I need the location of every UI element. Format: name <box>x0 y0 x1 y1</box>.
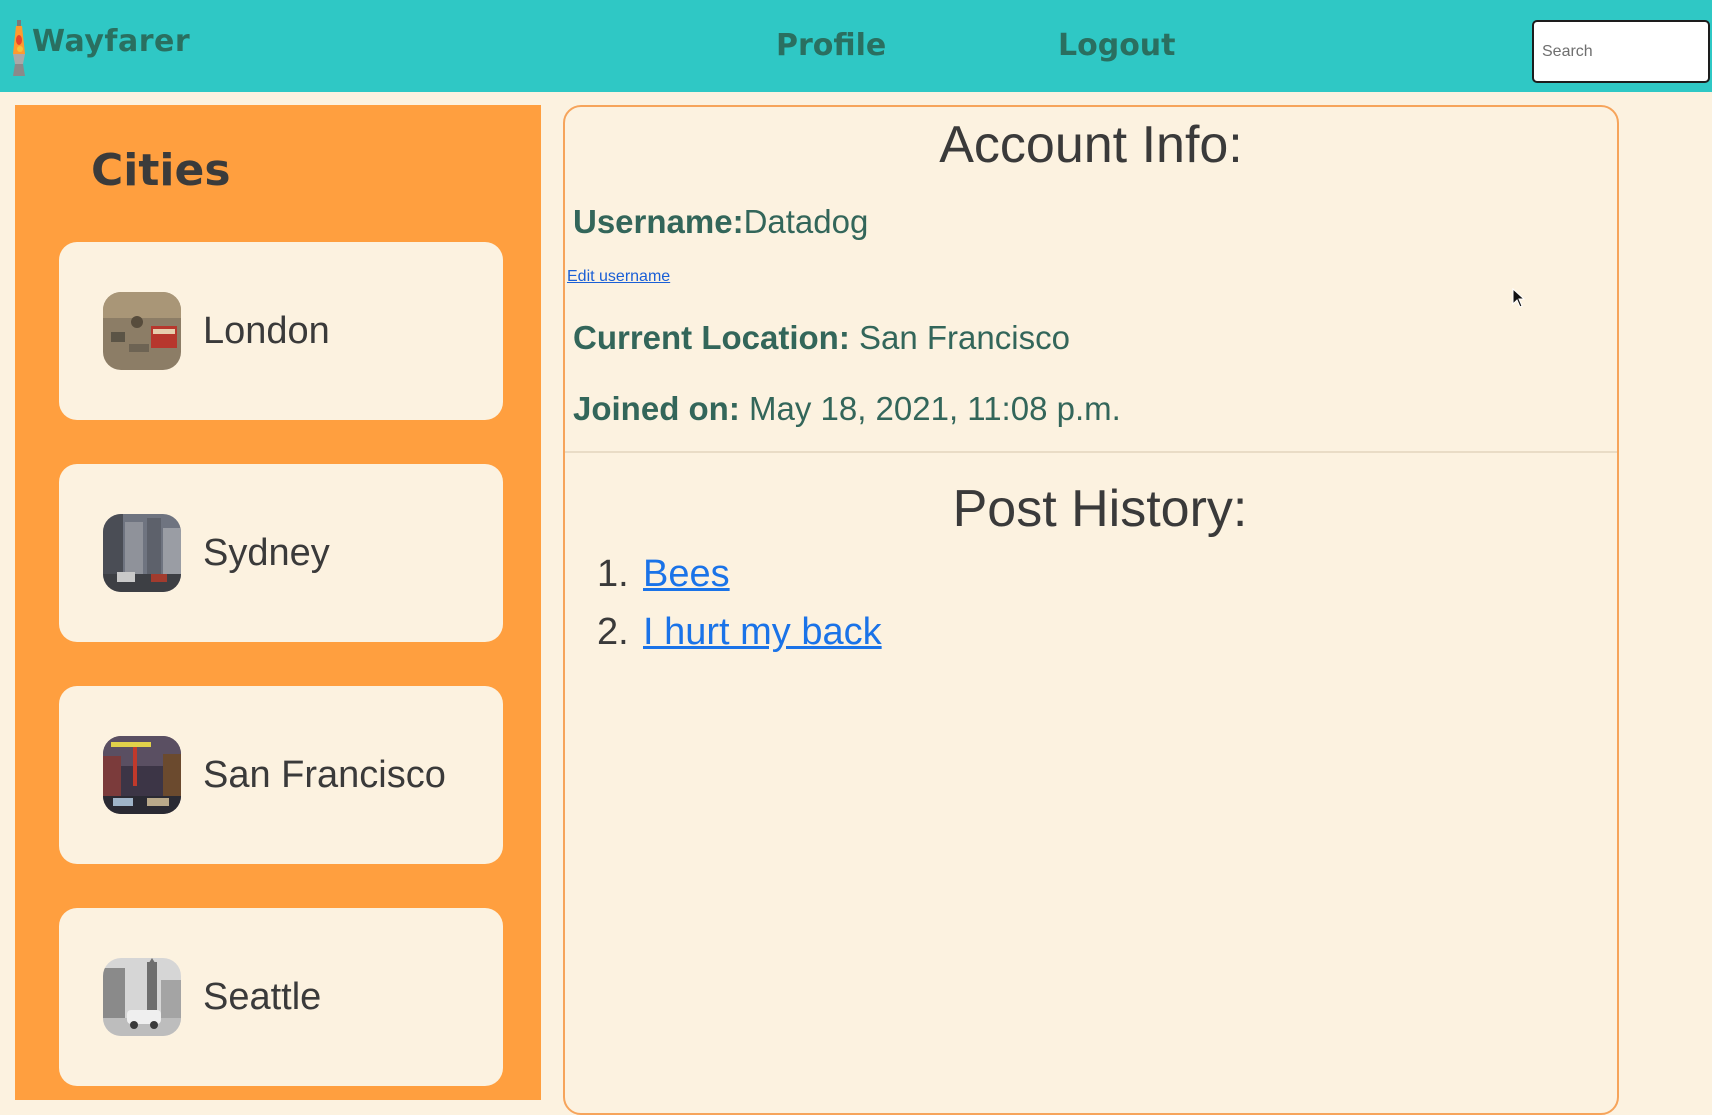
post-history-list: 1. Bees 2. I hurt my back <box>597 553 882 669</box>
account-info-heading: Account Info: <box>939 116 1243 174</box>
joined-row: Joined on: May 18, 2021, 11:08 p.m. <box>573 390 1121 428</box>
location-row: Current Location: San Francisco <box>573 319 1070 357</box>
joined-value: May 18, 2021, 11:08 p.m. <box>749 390 1121 427</box>
location-value: San Francisco <box>859 319 1070 356</box>
nav-logout-link[interactable]: Logout <box>1058 28 1176 63</box>
city-name: San Francisco <box>203 753 446 796</box>
post-link-bees[interactable]: Bees <box>643 553 730 596</box>
location-label: Current Location: <box>573 319 850 356</box>
section-divider <box>565 451 1617 453</box>
city-card-sydney[interactable]: Sydney <box>59 464 503 642</box>
seattle-thumbnail-icon <box>103 958 181 1036</box>
london-thumbnail-icon <box>103 292 181 370</box>
list-number: 1. <box>597 553 629 595</box>
profile-panel: Account Info: Username:Datadog Edit user… <box>563 105 1619 1115</box>
username-label: Username: <box>573 203 744 240</box>
city-name: Sydney <box>203 531 330 574</box>
post-link-back[interactable]: I hurt my back <box>643 611 882 654</box>
city-card-san-francisco[interactable]: San Francisco <box>59 686 503 864</box>
list-item: 1. Bees <box>597 553 882 611</box>
city-card-london[interactable]: London <box>59 242 503 420</box>
sidebar-title: Cities <box>91 145 231 196</box>
edit-username-link[interactable]: Edit username <box>567 268 670 286</box>
top-navbar: Wayfarer Profile Logout <box>0 0 1712 92</box>
brand-name: Wayfarer <box>32 24 191 59</box>
post-history-heading: Post History: <box>952 480 1248 538</box>
search-input[interactable] <box>1532 20 1710 83</box>
sydney-thumbnail-icon <box>103 514 181 592</box>
list-number: 2. <box>597 611 629 653</box>
nav-profile-link[interactable]: Profile <box>776 28 886 63</box>
mouse-cursor-icon <box>1512 288 1526 308</box>
list-item: 2. I hurt my back <box>597 611 882 669</box>
joined-label: Joined on: <box>573 390 740 427</box>
username-value: Datadog <box>743 203 869 240</box>
city-card-seattle[interactable]: Seattle <box>59 908 503 1086</box>
username-row: Username:Datadog <box>573 203 868 241</box>
cities-sidebar: Cities London Sydney San Francisco Seatt… <box>15 105 541 1100</box>
city-name: London <box>203 309 330 352</box>
lava-lamp-icon <box>13 20 25 76</box>
san-francisco-thumbnail-icon <box>103 736 181 814</box>
city-name: Seattle <box>203 975 322 1018</box>
brand-logo[interactable]: Wayfarer <box>10 20 190 76</box>
